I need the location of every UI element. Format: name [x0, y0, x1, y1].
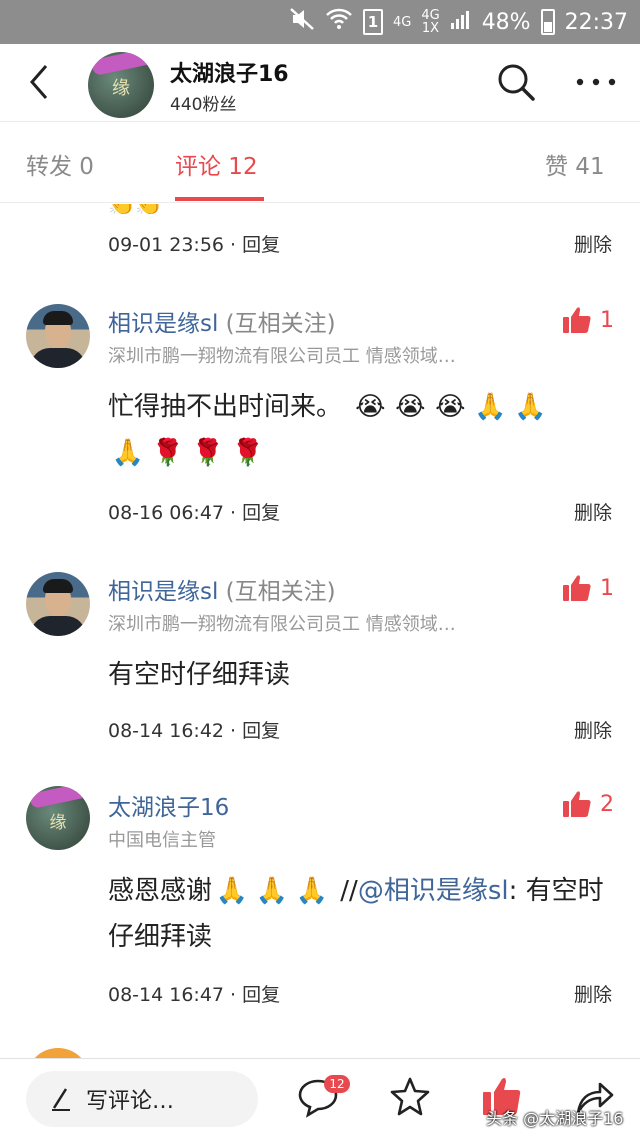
battery-percent: 48% — [481, 9, 531, 35]
network-indicator-2: 4G 1X — [421, 9, 439, 35]
commenter-description: 深圳市鹏一翔物流有限公司员工 情感领域… — [108, 614, 456, 635]
avatar-hair — [43, 579, 73, 593]
comment-text-body: 感恩感谢 — [108, 876, 213, 906]
avatar-suit — [30, 348, 86, 368]
bottom-action-bar: 写评论… 12 头条 @太湖浪子16 — [0, 1058, 640, 1138]
avatar-glyph: 缘 — [49, 813, 67, 833]
avatar-hair — [43, 311, 73, 325]
comment-time-reply[interactable]: 08-16 06:47 · 回复 — [108, 498, 280, 525]
comment-like-button[interactable]: 1 — [562, 306, 614, 334]
delete-button[interactable]: 删除 — [574, 980, 612, 1007]
mention-link[interactable]: @相识是缘sl — [358, 876, 509, 906]
pray-emoji: 🙏 — [111, 438, 145, 468]
comment-time-reply[interactable]: 09-01 23:56 · 回复 — [108, 230, 280, 257]
avatar-ribbon — [90, 52, 154, 77]
thumbs-up-icon — [563, 791, 591, 817]
battery-icon — [540, 9, 555, 35]
author-avatar[interactable]: 缘 — [88, 52, 154, 118]
tab-forward[interactable]: 转发 0 — [26, 147, 94, 181]
clapping-emoji-fragment: 👏👏 — [108, 204, 163, 217]
delete-button[interactable]: 删除 — [574, 230, 612, 257]
thumbs-up-icon — [563, 575, 591, 601]
pray-emoji: 🙏 — [474, 392, 507, 422]
commenter-name-text: 相识是缘sl — [108, 311, 219, 337]
write-comment-input[interactable]: 写评论… — [26, 1071, 258, 1127]
avatar-suit — [30, 616, 86, 636]
commenter-avatar[interactable] — [26, 572, 90, 636]
pray-emoji: 🙏 — [514, 392, 547, 422]
quote-separator: // — [332, 876, 358, 906]
comment-text: 有空时仔细拜读 — [108, 660, 291, 690]
star-icon — [390, 1077, 430, 1116]
crying-emoji: 😭 — [435, 392, 466, 422]
write-comment-placeholder: 写评论… — [86, 1089, 175, 1114]
delete-button[interactable]: 删除 — [574, 498, 612, 525]
comment-text: 忙得抽不出时间来。 😭 😭 😭 🙏 🙏 🙏 🌹 🌹 🌹 — [108, 384, 616, 476]
commenter-name[interactable]: 相识是缘sl (互相关注) — [108, 572, 336, 606]
commenter-description: 中国电信主管 — [108, 830, 216, 851]
pray-emoji: 🙏 — [255, 876, 289, 906]
comment-time-reply[interactable]: 08-14 16:47 · 回复 — [108, 980, 280, 1007]
rose-emoji: 🌹 — [231, 438, 265, 468]
like-count: 1 — [600, 307, 614, 333]
rose-emoji: 🌹 — [151, 438, 185, 468]
tab-bar: 转发 0 评论 12 赞 41 — [0, 123, 640, 203]
wifi-icon — [325, 7, 353, 37]
back-button[interactable] — [22, 62, 62, 102]
more-button[interactable] — [572, 62, 620, 102]
clock: 22:37 — [564, 9, 628, 35]
comment-like-button[interactable]: 2 — [562, 790, 614, 818]
commenter-name-text: 相识是缘sl — [108, 579, 219, 605]
commenter-avatar[interactable] — [26, 1048, 90, 1058]
avatar-ribbon — [29, 786, 89, 809]
crying-emoji: 😭 — [395, 392, 426, 422]
commenter-avatar[interactable] — [26, 304, 90, 368]
thumbs-up-icon — [563, 307, 591, 333]
comment-like-button[interactable]: 1 — [562, 574, 614, 602]
crying-emoji: 😭 — [355, 392, 386, 422]
status-bar: 1 4G 4G 1X 48% 22:37 — [0, 0, 640, 44]
search-icon — [498, 64, 535, 101]
favorite-button[interactable] — [388, 1075, 436, 1123]
commenter-name[interactable]: 相识是缘sl (互相关注) — [108, 304, 336, 338]
comment-time-reply[interactable]: 08-14 16:42 · 回复 — [108, 716, 280, 743]
rose-emoji: 🌹 — [191, 438, 225, 468]
pray-emoji: 🙏 — [215, 876, 249, 906]
network-2-bottom: 1X — [421, 21, 440, 36]
comment-item: 相识是缘sl (互相关注) 深圳市鹏一翔物流有限公司员工 情感领域… 1 忙得抽… — [0, 300, 640, 540]
more-dots-icon — [576, 78, 616, 86]
commenter-name[interactable]: 太湖浪子16 — [108, 788, 229, 822]
commenter-description: 深圳市鹏一翔物流有限公司员工 情感领域… — [108, 346, 456, 367]
comment-list[interactable]: 👏👏 09-01 23:56 · 回复 删除 相识是缘sl (互相关注) 深圳市… — [0, 204, 640, 1058]
comment-item-partial — [0, 1048, 640, 1058]
pray-emoji: 🙏 — [295, 876, 329, 906]
comment-text-body: 忙得抽不出时间来。 — [108, 392, 343, 422]
commenter-avatar[interactable]: 缘 — [26, 786, 90, 850]
signal-icon — [450, 8, 472, 36]
comment-text: 感恩感谢 🙏 🙏 🙏 //@相识是缘sl: 有空时仔细拜读 — [108, 868, 616, 960]
chevron-left-icon — [30, 65, 48, 99]
mute-icon — [289, 6, 315, 38]
avatar-glyph: 缘 — [112, 78, 130, 99]
like-count: 1 — [600, 575, 614, 601]
follower-count: 440粉丝 — [170, 95, 237, 115]
pen-icon — [52, 1088, 70, 1111]
comment-count-badge: 12 — [324, 1075, 350, 1093]
delete-button[interactable]: 删除 — [574, 716, 612, 743]
comment-item: 相识是缘sl (互相关注) 深圳市鹏一翔物流有限公司员工 情感领域… 1 有空时… — [0, 568, 640, 758]
comment-item: 缘 太湖浪子16 中国电信主管 2 感恩感谢 🙏 🙏 🙏 //@相识是缘sl: 有空时… — [0, 786, 640, 1016]
tab-like[interactable]: 赞 41 — [545, 147, 605, 181]
network-indicator-1: 4G — [392, 14, 412, 30]
search-button[interactable] — [496, 62, 536, 102]
relation-label: (互相关注) — [218, 311, 336, 337]
comment-item: 👏👏 09-01 23:56 · 回复 删除 — [0, 204, 640, 280]
sim-icon: 1 — [362, 9, 383, 35]
page-title[interactable]: 太湖浪子16 — [170, 56, 289, 88]
active-tab-indicator — [175, 197, 264, 201]
header: 缘 太湖浪子16 440粉丝 — [0, 44, 640, 122]
watermark: 头条 @太湖浪子16 — [486, 1109, 624, 1128]
relation-label: (互相关注) — [218, 579, 336, 605]
like-count: 2 — [600, 791, 614, 817]
